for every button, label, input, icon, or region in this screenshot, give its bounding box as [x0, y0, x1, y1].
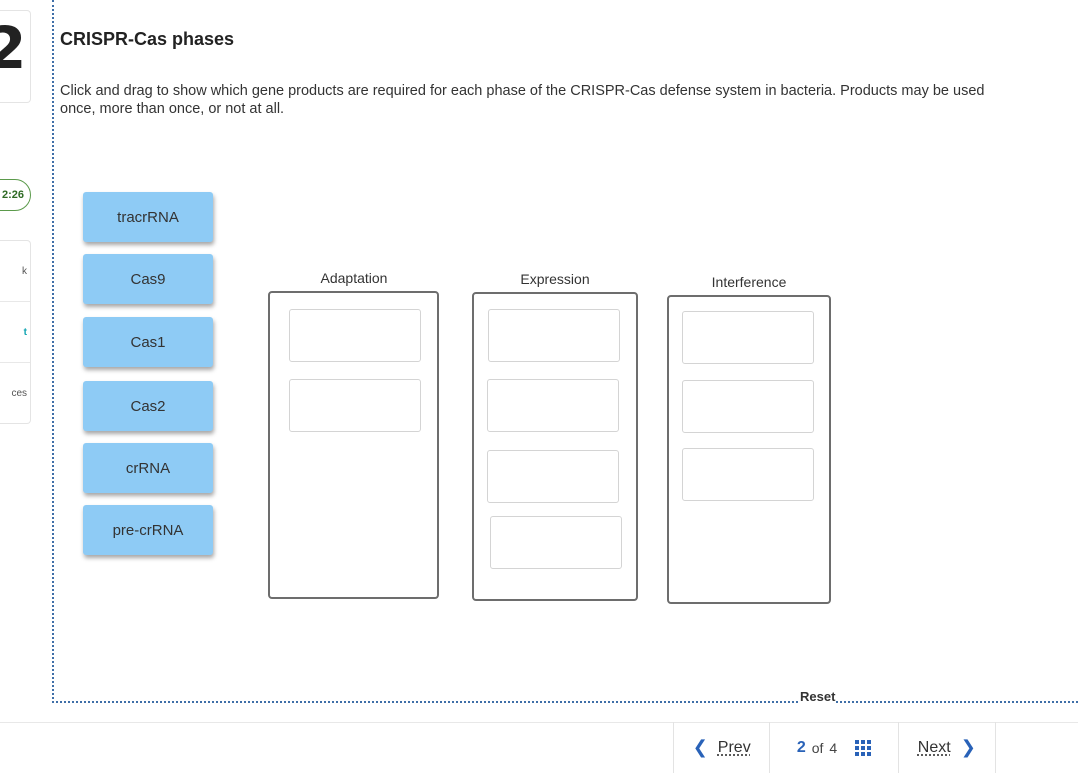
- drop-slot[interactable]: [488, 309, 620, 362]
- chevron-right-icon: ❯: [960, 737, 976, 758]
- side-item-label: k: [22, 265, 27, 277]
- question-number: 2: [0, 19, 26, 77]
- zone-label-adaptation: Adaptation: [320, 270, 388, 286]
- drag-tile-crrna[interactable]: crRNA: [83, 443, 213, 493]
- drag-tile-cas9[interactable]: Cas9: [83, 254, 213, 304]
- drop-slot[interactable]: [682, 380, 814, 433]
- drop-slot[interactable]: [289, 309, 421, 362]
- drop-slot[interactable]: [682, 448, 814, 501]
- question-frame-bottom-border: [52, 701, 1078, 703]
- side-item-print[interactable]: t: [0, 302, 30, 363]
- zone-label-expression: Expression: [520, 271, 590, 287]
- chevron-left-icon: ❮: [692, 737, 708, 758]
- prev-button[interactable]: ❮ Prev: [674, 722, 771, 773]
- next-button[interactable]: Next ❯: [899, 722, 995, 773]
- zone-label-interference: Interference: [711, 274, 787, 290]
- drop-slot[interactable]: [487, 450, 619, 503]
- drop-slot[interactable]: [487, 379, 619, 432]
- drag-tile-cas2[interactable]: Cas2: [83, 381, 213, 431]
- reset-button[interactable]: Reset: [799, 689, 837, 704]
- question-title: CRISPR-Cas phases: [60, 29, 235, 49]
- page-indicator-button[interactable]: 2 of 4: [770, 722, 899, 773]
- question-instructions: Click and drag to show which gene produc…: [60, 83, 985, 117]
- next-label: Next: [917, 738, 951, 756]
- side-item-label: ces: [11, 388, 27, 399]
- drop-slot[interactable]: [490, 516, 622, 569]
- question-number-box: 2: [0, 10, 31, 103]
- drop-slot[interactable]: [289, 379, 421, 432]
- page-of-label: of: [811, 739, 824, 756]
- current-page: 2: [796, 738, 806, 756]
- drop-slot[interactable]: [682, 311, 814, 364]
- side-item-label: t: [23, 326, 27, 338]
- side-item-ebook[interactable]: k: [0, 241, 30, 302]
- side-panel: k t ces: [0, 240, 31, 424]
- total-pages: 4: [829, 739, 838, 756]
- drag-tile-cas1[interactable]: Cas1: [83, 317, 213, 367]
- timer[interactable]: 2:26: [0, 179, 31, 211]
- question-navigation: ❮ Prev 2 of 4 Next ❯: [673, 722, 996, 773]
- grid-icon: [855, 739, 872, 756]
- drag-tile-pre-crrna[interactable]: pre-crRNA: [83, 505, 213, 555]
- drag-tile-tracrrna[interactable]: tracrRNA: [83, 192, 213, 242]
- question-frame-left-border: [52, 0, 54, 703]
- prev-label: Prev: [717, 738, 751, 756]
- side-item-references[interactable]: ces: [0, 363, 30, 423]
